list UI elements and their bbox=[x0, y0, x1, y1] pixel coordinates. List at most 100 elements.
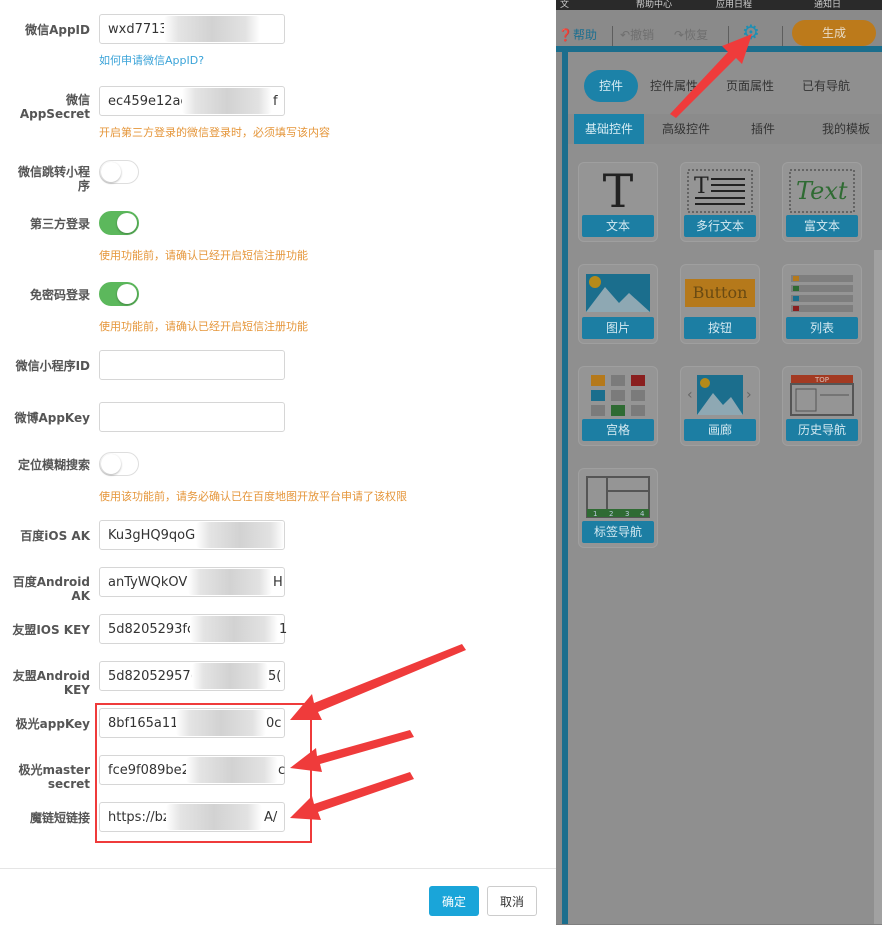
nopwd-login-hint: 使用功能前，请确认已经开启短信注册功能 bbox=[99, 320, 308, 333]
magic-link-label: 魔链短链接 bbox=[29, 811, 90, 825]
list-icon bbox=[791, 275, 853, 312]
tile-multiline-text[interactable]: T 多行文本 bbox=[680, 162, 760, 242]
text-icon: T bbox=[602, 164, 634, 218]
redaction-blur bbox=[166, 804, 262, 830]
fuzzy-search-label: 定位模糊搜索 bbox=[17, 458, 90, 472]
top-menu-item[interactable]: 通知日 bbox=[814, 0, 841, 10]
help-button[interactable]: ❓帮助 bbox=[558, 26, 597, 43]
controls-panel: 控件 控件属性 页面属性 已有导航 基础控件 高级控件 插件 我的模板 T 文本… bbox=[562, 52, 882, 924]
tile-image[interactable]: 图片 bbox=[578, 264, 658, 344]
tab-existing-nav[interactable]: 已有导航 bbox=[802, 70, 850, 102]
redaction-blur bbox=[192, 663, 268, 689]
svg-text:T: T bbox=[694, 174, 709, 199]
grid-icon bbox=[591, 375, 645, 416]
tile-tab-nav[interactable]: 1 2 3 4 标签导航 bbox=[578, 468, 658, 548]
tile-label: 画廊 bbox=[684, 419, 756, 441]
redaction-blur bbox=[188, 569, 272, 595]
wechat-appid-help-link[interactable]: 如何申请微信AppID? bbox=[99, 52, 204, 68]
third-login-label: 第三方登录 bbox=[29, 217, 90, 231]
tab-basic-controls[interactable]: 基础控件 bbox=[574, 114, 644, 144]
panel-scrollbar[interactable] bbox=[874, 250, 882, 924]
top-menu-item[interactable]: 文 bbox=[560, 0, 569, 10]
confirm-button[interactable]: 确定 bbox=[429, 886, 479, 916]
top-badge: TOP bbox=[814, 376, 829, 384]
tile-label: 列表 bbox=[786, 317, 858, 339]
tab-controls[interactable]: 控件 bbox=[584, 70, 638, 102]
mini-id-input[interactable] bbox=[99, 350, 285, 380]
tile-history-nav[interactable]: TOP 历史导航 bbox=[782, 366, 862, 446]
umeng-android-tail: 5( bbox=[268, 669, 282, 684]
toolbar-divider bbox=[728, 26, 729, 46]
top-menu-item[interactable]: 帮助中心 bbox=[636, 0, 672, 10]
rich-text-icon: Text bbox=[789, 169, 855, 213]
tab-control-props[interactable]: 控件属性 bbox=[650, 70, 698, 102]
mini-jump-label: 微信跳转小程序 bbox=[17, 165, 90, 193]
toolbar-divider bbox=[612, 26, 613, 46]
tile-button[interactable]: Button 按钮 bbox=[680, 264, 760, 344]
tab-num: 4 bbox=[640, 510, 645, 518]
toggle-knob bbox=[101, 454, 121, 474]
mini-jump-toggle[interactable] bbox=[99, 160, 139, 184]
tab-advanced-controls[interactable]: 高级控件 bbox=[654, 114, 718, 144]
third-login-toggle[interactable] bbox=[99, 211, 139, 235]
help-label: 帮助 bbox=[572, 28, 597, 42]
undo-icon: ↶ bbox=[620, 28, 631, 42]
redaction-blur bbox=[164, 16, 260, 42]
wechat-secret-tail: f bbox=[273, 94, 278, 109]
tile-label: 富文本 bbox=[786, 215, 858, 237]
tile-label: 多行文本 bbox=[684, 215, 756, 237]
svg-text:›: › bbox=[746, 387, 752, 403]
umeng-ios-label: 友盟IOS KEY bbox=[12, 623, 90, 637]
svg-text:‹: ‹ bbox=[687, 387, 693, 403]
multiline-text-icon: T bbox=[687, 169, 753, 213]
redo-label: 恢复 bbox=[684, 28, 709, 42]
tab-num: 2 bbox=[609, 510, 613, 518]
toolbar-divider bbox=[782, 26, 783, 46]
gallery-icon: ‹ › bbox=[687, 375, 752, 415]
tab-nav-icon: 1 2 3 4 bbox=[586, 476, 650, 518]
tile-grid[interactable]: 宫格 bbox=[578, 366, 658, 446]
tile-label: 按钮 bbox=[684, 317, 756, 339]
wechat-secret-label: 微信 AppSecret bbox=[19, 93, 90, 121]
tab-num: 1 bbox=[593, 510, 597, 518]
nopwd-login-toggle[interactable] bbox=[99, 282, 139, 306]
redaction-blur bbox=[196, 522, 284, 548]
top-menu-strip: 文 帮助中心 应用日程 通知日 bbox=[556, 0, 882, 10]
baidu-ios-label: 百度iOS AK bbox=[20, 529, 90, 543]
undo-button[interactable]: ↶撤销 bbox=[620, 26, 654, 43]
generate-button[interactable]: 生成 bbox=[792, 20, 876, 46]
tile-gallery[interactable]: ‹ › 画廊 bbox=[680, 366, 760, 446]
tile-text[interactable]: T 文本 bbox=[578, 162, 658, 242]
weibo-key-input[interactable] bbox=[99, 402, 285, 432]
third-login-hint: 使用功能前，请确认已经开启短信注册功能 bbox=[99, 249, 308, 262]
tile-rich-text[interactable]: Text 富文本 bbox=[782, 162, 862, 242]
tile-list[interactable]: 列表 bbox=[782, 264, 862, 344]
tab-my-templates[interactable]: 我的模板 bbox=[808, 114, 882, 144]
toggle-knob bbox=[117, 213, 137, 233]
baidu-android-tail: H bbox=[273, 575, 283, 590]
fuzzy-search-hint: 使用该功能前，请务必确认已在百度地图开放平台申请了该权限 bbox=[99, 490, 407, 503]
control-category-tabs: 基础控件 高级控件 插件 我的模板 bbox=[568, 114, 882, 144]
button-icon: Button bbox=[685, 279, 755, 307]
fuzzy-search-toggle[interactable] bbox=[99, 452, 139, 476]
tile-label: 图片 bbox=[582, 317, 654, 339]
redo-button[interactable]: ↷恢复 bbox=[674, 26, 708, 43]
jpush-appkey-label: 极光appKey bbox=[15, 717, 90, 731]
help-icon: ❓ bbox=[558, 28, 573, 42]
redaction-blur bbox=[176, 710, 266, 736]
top-menu-item[interactable]: 应用日程 bbox=[716, 0, 752, 10]
tab-page-props[interactable]: 页面属性 bbox=[726, 70, 774, 102]
image-icon bbox=[586, 274, 650, 312]
gear-icon[interactable]: ⚙ bbox=[742, 22, 760, 42]
history-nav-icon: TOP bbox=[790, 375, 854, 416]
redaction-blur bbox=[190, 616, 278, 642]
redo-icon: ↷ bbox=[674, 28, 685, 42]
toggle-knob bbox=[101, 162, 121, 182]
tab-plugins[interactable]: 插件 bbox=[734, 114, 792, 144]
wechat-secret-hint: 开启第三方登录的微信登录时，必须填写该内容 bbox=[99, 126, 330, 139]
jpush-secret-tail: c bbox=[278, 763, 286, 778]
cancel-button[interactable]: 取消 bbox=[487, 886, 537, 916]
baidu-android-label: 百度Android AK bbox=[12, 575, 90, 603]
nopwd-login-label: 免密码登录 bbox=[29, 288, 90, 302]
tile-label: 宫格 bbox=[582, 419, 654, 441]
